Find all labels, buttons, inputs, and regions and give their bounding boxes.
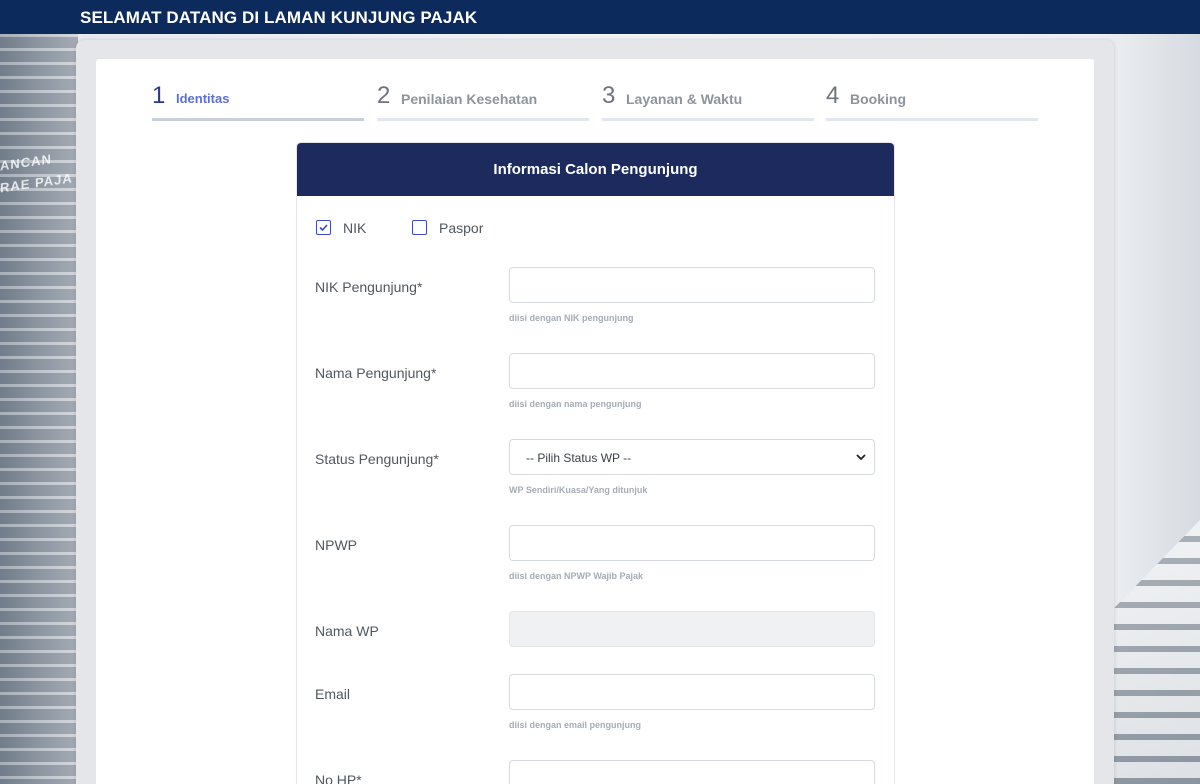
email-help-text: diisi dengan email pengunjung	[509, 720, 642, 730]
npwp-label: NPWP	[315, 537, 357, 553]
step-label: Layanan & Waktu	[626, 91, 743, 107]
panel-title: Informasi Calon Pengunjung	[493, 161, 698, 178]
status-label: Status Pengunjung*	[315, 451, 439, 467]
nik-help-text: diisi dengan NIK pengunjung	[509, 313, 634, 323]
status-help-text: WP Sendiri/Kuasa/Yang ditunjuk	[509, 485, 648, 495]
hp-input[interactable]	[509, 760, 875, 784]
nik-checkbox-label: NIK	[343, 220, 367, 236]
check-icon	[319, 224, 328, 232]
nama-help-text: diisi dengan nama pengunjung	[509, 399, 642, 409]
top-header-bar: SELAMAT DATANG DI LAMAN KUNJUNG PAJAK	[0, 0, 1200, 34]
step-booking[interactable]: 4 Booking	[826, 82, 1038, 121]
status-select[interactable]: -- Pilih Status WP --	[509, 439, 875, 475]
page-header-title: SELAMAT DATANG DI LAMAN KUNJUNG PAJAK	[80, 8, 478, 27]
npwp-input[interactable]	[509, 525, 875, 561]
nik-label: NIK Pengunjung*	[315, 279, 423, 295]
step-label: Penilaian Kesehatan	[401, 91, 538, 107]
nama-label: Nama Pengunjung*	[315, 365, 437, 381]
visitor-info-panel: Informasi Calon Pengunjung NIK Paspor NI…	[296, 142, 895, 784]
step-number: 4	[826, 82, 840, 109]
step-number: 1	[152, 82, 166, 109]
nik-input[interactable]	[509, 267, 875, 303]
paspor-checkbox[interactable]	[412, 220, 427, 235]
hp-label: No HP*	[315, 772, 362, 784]
step-label: Identitas	[176, 91, 230, 106]
panel-header: Informasi Calon Pengunjung	[297, 143, 894, 196]
email-input[interactable]	[509, 674, 875, 710]
step-wizard: 1 Identitas 2 Penilaian Kesehatan 3 Laya…	[152, 82, 1038, 122]
nama-wp-input	[509, 611, 875, 647]
step-number: 3	[602, 82, 616, 109]
email-label: Email	[315, 686, 351, 702]
nama-input[interactable]	[509, 353, 875, 389]
nik-checkbox[interactable]	[316, 220, 331, 235]
background-building-right	[1110, 520, 1200, 784]
paspor-checkbox-label: Paspor	[439, 220, 484, 236]
npwp-help-text: diisi dengan NPWP Wajib Pajak	[509, 571, 644, 581]
nama-wp-label: Nama WP	[315, 623, 379, 639]
step-identitas[interactable]: 1 Identitas	[152, 82, 364, 121]
step-number: 2	[377, 82, 391, 109]
step-label: Booking	[850, 91, 906, 107]
chevron-down-icon	[856, 454, 866, 461]
step-penilaian-kesehatan[interactable]: 2 Penilaian Kesehatan	[377, 82, 589, 121]
step-layanan-waktu[interactable]: 3 Layanan & Waktu	[602, 82, 814, 121]
status-select-value: -- Pilih Status WP --	[526, 451, 632, 465]
